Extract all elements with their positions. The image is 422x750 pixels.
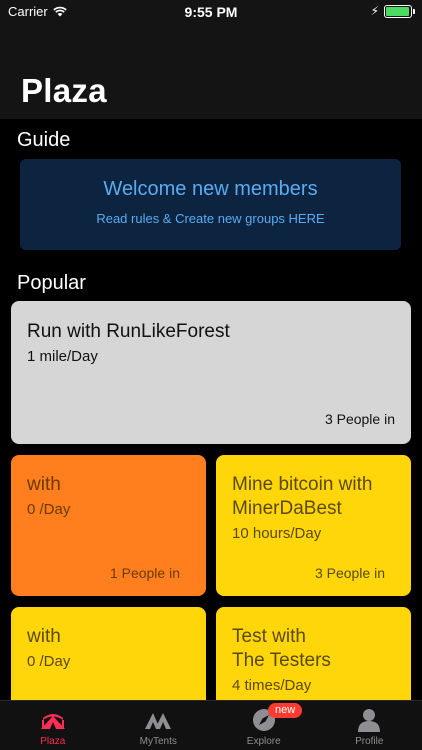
plaza-tent-icon xyxy=(40,714,65,729)
group-people-count: 3 People in xyxy=(324,411,395,427)
page-title: Plaza xyxy=(21,72,107,109)
battery-fill xyxy=(386,7,409,16)
section-title-guide: Guide xyxy=(17,129,71,151)
navigation-header: Plaza xyxy=(0,24,422,119)
group-card[interactable]: with 0 /Day xyxy=(11,607,206,707)
guide-card-title: Welcome new members xyxy=(103,178,318,200)
group-card[interactable]: Test with The Testers 4 times/Day xyxy=(216,607,411,707)
tab-label: MyTents xyxy=(139,736,177,747)
tab-label: Plaza xyxy=(40,736,66,747)
group-title: Run with RunLikeForest xyxy=(27,321,230,342)
new-badge: new xyxy=(267,703,303,718)
person-icon xyxy=(358,709,381,732)
group-title: Mine bitcoin with MinerDaBest xyxy=(232,474,373,519)
tab-plaza[interactable]: Plaza xyxy=(0,701,106,750)
group-rate: 0 /Day xyxy=(27,653,71,670)
tab-mytents[interactable]: MyTents xyxy=(106,701,212,750)
charging-icon: ⚡ xyxy=(370,4,379,18)
group-card[interactable]: with 0 /Day 1 People in xyxy=(11,455,206,596)
group-title: with xyxy=(27,626,61,647)
tents-icon xyxy=(145,713,172,729)
group-people-count: 1 People in xyxy=(109,565,180,581)
group-title: Test with The Testers xyxy=(232,626,331,671)
status-bar: Carrier 9:55 PM ⚡ xyxy=(0,0,422,24)
tab-profile[interactable]: Profile xyxy=(317,701,422,750)
tab-explore[interactable]: new Explore xyxy=(211,701,317,750)
guide-card-subtitle: Read rules & Create new groups HERE xyxy=(96,211,325,226)
group-people-count: 3 People in xyxy=(314,565,385,581)
group-rate: 4 times/Day xyxy=(232,677,312,694)
group-card[interactable]: Mine bitcoin with MinerDaBest 10 hours/D… xyxy=(216,455,411,596)
group-title: with xyxy=(27,474,61,495)
clock: 9:55 PM xyxy=(184,4,238,20)
group-rate: 1 mile/Day xyxy=(27,348,98,365)
guide-card[interactable]: Welcome new members Read rules & Create … xyxy=(20,159,401,250)
group-card[interactable]: Run with RunLikeForest 1 mile/Day 3 Peop… xyxy=(11,301,411,444)
tab-label: Profile xyxy=(355,736,384,747)
tab-bar: Plaza MyTents new Explore Profile xyxy=(0,700,422,750)
tab-label: Explore xyxy=(246,736,281,747)
section-title-popular: Popular xyxy=(17,272,86,294)
group-rate: 0 /Day xyxy=(27,501,71,518)
battery-icon xyxy=(384,5,415,18)
group-rate: 10 hours/Day xyxy=(232,525,322,542)
